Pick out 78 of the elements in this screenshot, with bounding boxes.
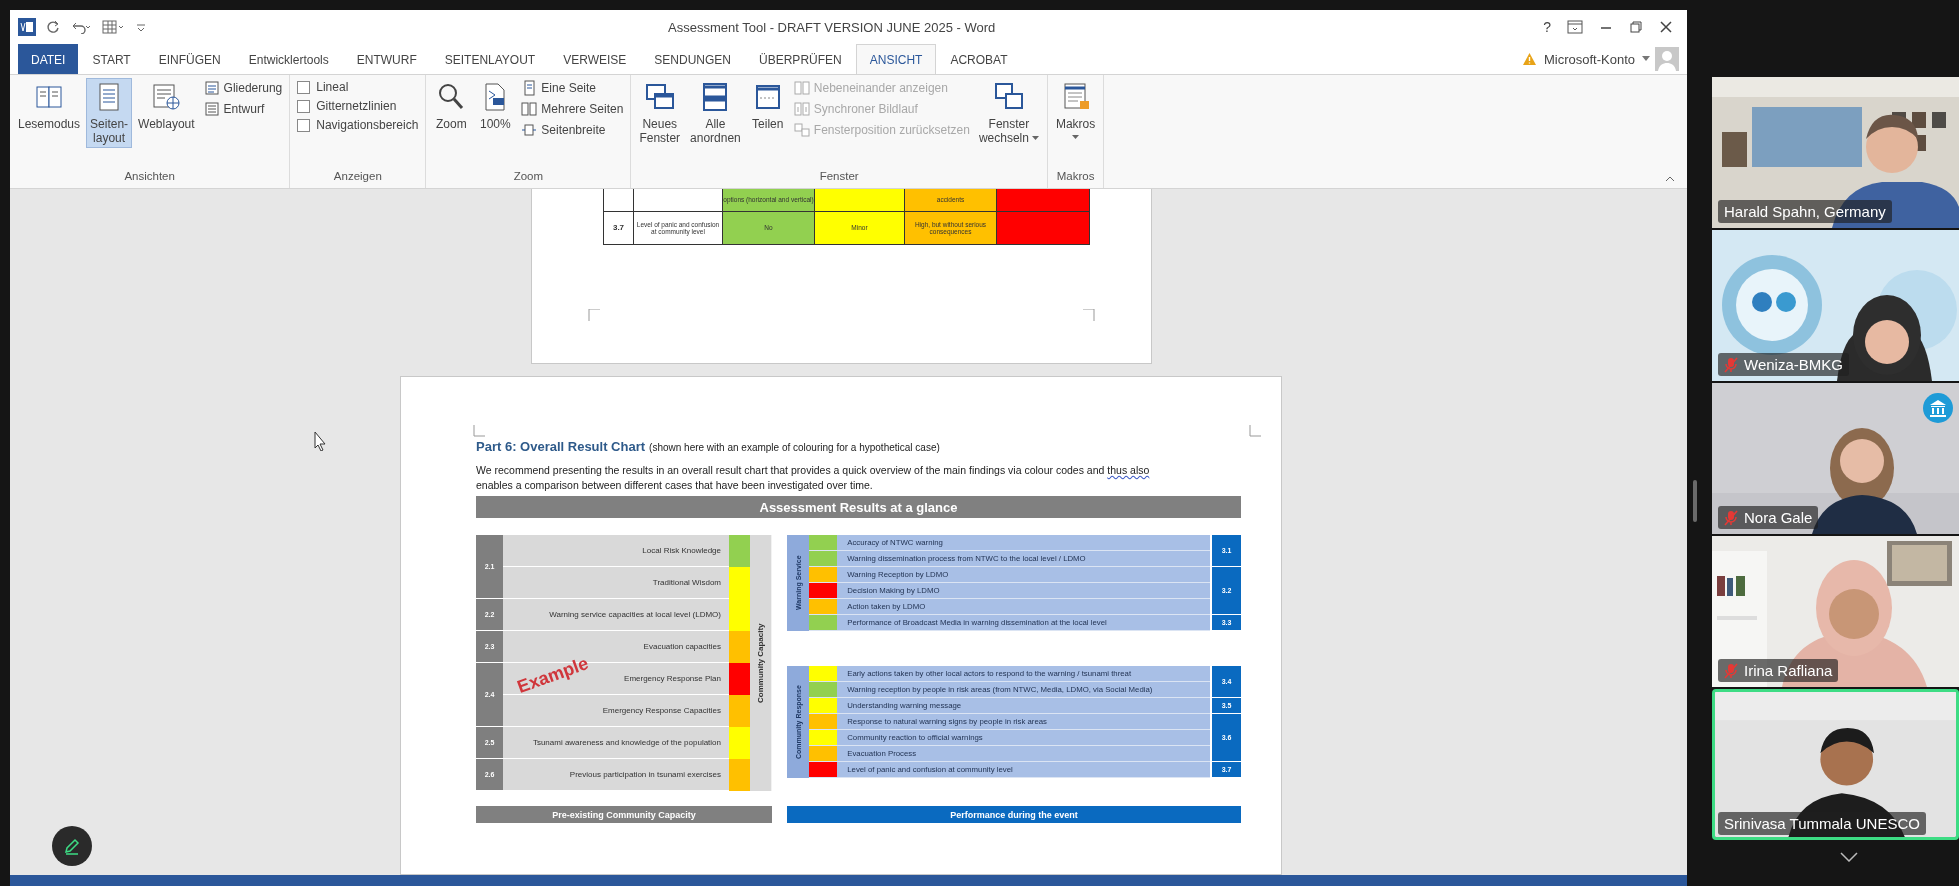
paragraph: We recommend presenting the results in an overall result chart that provides a quick overview of the main findings via colour codes and thus also enables a comparison between different cases that have been investigated over time.: [476, 463, 1151, 493]
ribbon-button[interactable]: Eine Seite: [518, 79, 627, 97]
caret-icon: [1031, 136, 1039, 142]
corner-mark-icon: [473, 425, 485, 437]
group-label: Anzeigen: [332, 170, 383, 184]
group-label: Fenster: [818, 170, 860, 184]
warning-icon: [1521, 52, 1537, 66]
restore-icon[interactable]: [1629, 20, 1643, 34]
participant-name: Harald Spahn, Germany: [1724, 203, 1886, 220]
mic-off-icon: [1724, 509, 1738, 526]
ribbon-options-icon[interactable]: [1567, 20, 1583, 34]
undo-icon[interactable]: [70, 20, 92, 34]
chart-row-label: Local Risk Knowledge: [503, 535, 729, 567]
group-label: Makros: [1055, 170, 1096, 184]
document-icon[interactable]: [18, 18, 36, 36]
account-button[interactable]: Microsoft-Konto: [1541, 51, 1637, 67]
ribbon-button[interactable]: Seiten- layout: [86, 78, 133, 148]
chart-row-label: Warning service capacities at local level (LDMO): [503, 599, 729, 631]
windows-icon: [793, 80, 810, 96]
ribbon-button[interactable]: Entwurf: [200, 100, 286, 118]
section-heading: Part 6: Overall Result Chart: [476, 439, 646, 454]
ribbon-button[interactable]: Weblayout: [134, 78, 199, 134]
chart-row-label: Traditional Wisdom: [503, 567, 729, 599]
page-icon: [203, 101, 220, 117]
participant-name: Srinivasa Tummala UNESCO: [1724, 815, 1920, 832]
side-label: Community Capacity: [750, 535, 771, 791]
windows-icon: [793, 101, 810, 117]
close-icon[interactable]: [1659, 20, 1673, 34]
caret-icon[interactable]: [1642, 56, 1650, 62]
group-label: Ansichten: [123, 170, 176, 184]
participant-name: Weniza-BMKG: [1744, 356, 1843, 373]
ribbon-button[interactable]: Gliederung: [200, 79, 286, 97]
window-title: Assessment Tool - DRAFT VERSION JUNE 2025 - Word: [668, 19, 996, 35]
participant-name: Nora Gale: [1744, 509, 1813, 526]
pages-icon: [521, 101, 538, 117]
chart-row-label: Tsunami awareness and knowledge of the population: [503, 727, 729, 759]
table-icon[interactable]: [102, 20, 126, 34]
collapse-icon[interactable]: [1665, 175, 1675, 182]
ribbon-button[interactable]: 100%: [474, 78, 517, 134]
page-icon: [521, 80, 538, 96]
mic-off-icon: [1724, 356, 1738, 373]
pen-icon: [63, 837, 81, 855]
ribbon-button[interactable]: Zoom: [430, 78, 473, 134]
heading-note: (shown here with an example of colouring for a hypothetical case): [649, 442, 940, 453]
chart-row-label: Previous participation in tsunami exercises: [503, 759, 729, 791]
caret-icon: [1072, 135, 1080, 140]
corner-mark-icon: [1083, 309, 1095, 321]
mic-off-icon: [1724, 662, 1738, 679]
list-icon: [203, 80, 220, 96]
resize-handle[interactable]: [1693, 480, 1697, 522]
ribbon-button[interactable]: Makros: [1051, 78, 1100, 143]
group-label: Zoom: [512, 170, 545, 184]
ribbon-button[interactable]: Fenster wechseln: [974, 78, 1043, 148]
chart-footer: Performance during the event: [787, 806, 1241, 823]
checkbox[interactable]: Navigationsbereich: [294, 117, 422, 133]
ribbon-button[interactable]: Teilen: [746, 78, 789, 134]
refresh-icon[interactable]: [46, 20, 60, 34]
corner-mark-icon: [1249, 425, 1261, 437]
checkbox[interactable]: Gitternetzlinien: [294, 98, 422, 114]
windows-icon: [793, 122, 810, 138]
help-button[interactable]: ?: [1543, 19, 1551, 35]
ribbon-button[interactable]: Neues Fenster: [635, 78, 685, 148]
ribbon-button[interactable]: Mehrere Seiten: [518, 100, 627, 118]
ribbon-button[interactable]: Lesemodus: [14, 78, 85, 134]
cursor-icon: [313, 431, 327, 451]
chart-row-label: Emergency Response Capacities: [503, 695, 729, 727]
ribbon-tab[interactable]: ANSICHT: [855, 44, 937, 74]
ribbon-tab[interactable]: DATEI: [18, 44, 79, 74]
corner-mark-icon: [588, 309, 600, 321]
chart-footer: Pre-existing Community Capacity: [476, 806, 773, 823]
checkbox[interactable]: Lineal: [294, 79, 422, 95]
ribbon-button[interactable]: Alle anordnen: [686, 78, 745, 148]
chevron-down-icon[interactable]: [1839, 852, 1858, 862]
ribbon-button[interactable]: Seitenbreite: [518, 121, 627, 139]
page-width-icon: [521, 122, 538, 138]
chart-banner: Assessment Results at a glance: [476, 496, 1241, 518]
participant-name: Irina Rafliana: [1744, 662, 1833, 679]
web-page-icon: [150, 81, 183, 113]
